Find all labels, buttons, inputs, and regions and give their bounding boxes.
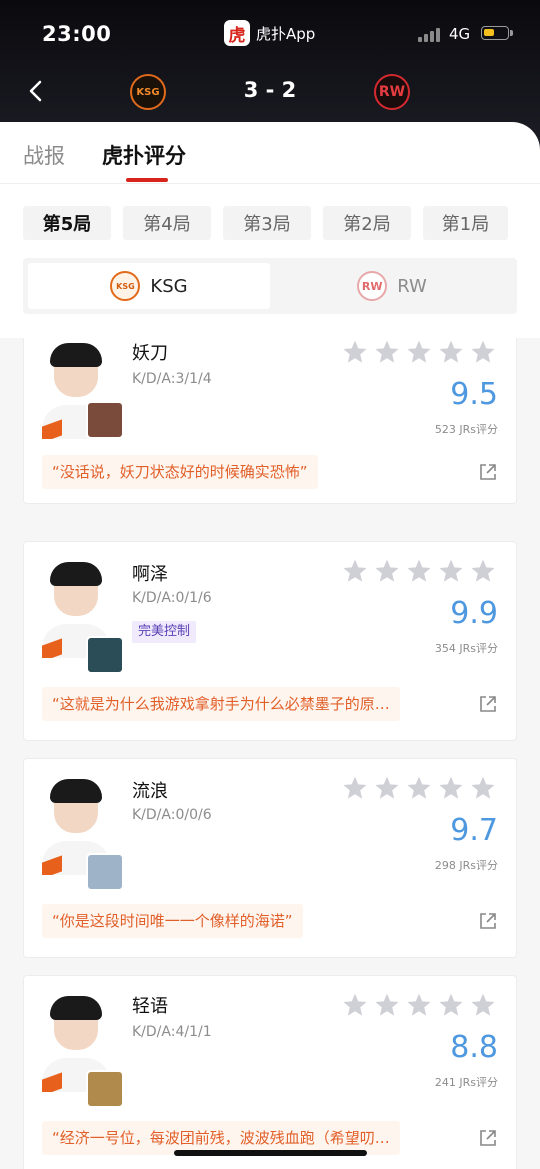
hero-icon bbox=[86, 401, 124, 439]
network-type: 4G bbox=[449, 25, 471, 43]
status-time: 23:00 bbox=[42, 22, 112, 46]
player-kda: K/D/A:3/1/4 bbox=[132, 371, 212, 387]
star-icon[interactable] bbox=[374, 775, 400, 801]
star-icon[interactable] bbox=[470, 339, 496, 365]
star-icon[interactable] bbox=[470, 775, 496, 801]
star-icon[interactable] bbox=[470, 558, 496, 584]
team-left-logo-text: KSG bbox=[136, 86, 160, 98]
player-score: 9.5 bbox=[450, 377, 498, 412]
star-icon[interactable] bbox=[342, 992, 368, 1018]
star-icon[interactable] bbox=[342, 558, 368, 584]
top-comment[interactable]: “这就是为什么我游戏拿射手为什么必禁墨子的原… bbox=[42, 687, 400, 721]
back-icon[interactable] bbox=[22, 76, 52, 106]
top-comment[interactable]: “没话说，妖刀状态好的时候确实恐怖” bbox=[42, 455, 318, 489]
match-score: 3 - 2 bbox=[243, 78, 297, 102]
battery-icon bbox=[481, 26, 513, 40]
player-score: 9.7 bbox=[450, 813, 498, 848]
rw-logo-icon: RW bbox=[357, 271, 388, 301]
nav-row: KSG 3 - 2 RW bbox=[0, 70, 540, 114]
top-comment[interactable]: “你是这段时间唯一一个像样的海诺” bbox=[42, 904, 303, 938]
app-name: 虎扑App bbox=[256, 24, 316, 43]
star-icon[interactable] bbox=[438, 775, 464, 801]
star-icon[interactable] bbox=[406, 775, 432, 801]
signal-icon bbox=[418, 28, 442, 42]
team-option-rw[interactable]: RW RW bbox=[272, 263, 512, 309]
ksg-logo-icon: KSG bbox=[110, 271, 141, 301]
player-card: 轻语 K/D/A:4/1/1 8.8 241 JRs评分 “经济一号位，每波团前… bbox=[23, 975, 517, 1169]
share-icon[interactable] bbox=[478, 1128, 498, 1148]
tab-active-indicator bbox=[126, 178, 168, 182]
content-panel: 战报 虎扑评分 第5局 第4局 第3局 第2局 第1局 KSG KSG RW R… bbox=[0, 122, 540, 1169]
player-list: 妖刀 K/D/A:3/1/4 9.5 523 JRs评分 “没话说，妖刀状态好的… bbox=[0, 338, 540, 1169]
player-kda: K/D/A:0/1/6 bbox=[132, 590, 212, 606]
team-right-logo[interactable]: RW bbox=[374, 74, 410, 110]
star-icon[interactable] bbox=[406, 558, 432, 584]
player-name: 流浪 bbox=[132, 781, 168, 802]
game-tab-2[interactable]: 第2局 bbox=[323, 206, 411, 240]
rating-stars[interactable] bbox=[342, 339, 496, 365]
tab-hupu-rating[interactable]: 虎扑评分 bbox=[102, 140, 186, 170]
game-tab-3[interactable]: 第3局 bbox=[223, 206, 311, 240]
star-icon[interactable] bbox=[342, 339, 368, 365]
player-score: 8.8 bbox=[450, 1030, 498, 1065]
team-option-ksg[interactable]: KSG KSG bbox=[28, 263, 270, 309]
team-option-label: RW bbox=[397, 275, 427, 297]
player-name: 啊泽 bbox=[132, 564, 168, 585]
hero-icon bbox=[86, 853, 124, 891]
tab-bar: 战报 虎扑评分 bbox=[0, 122, 540, 184]
team-selector: KSG KSG RW RW bbox=[23, 258, 517, 314]
star-icon[interactable] bbox=[438, 558, 464, 584]
home-indicator[interactable] bbox=[174, 1150, 367, 1156]
share-icon[interactable] bbox=[478, 911, 498, 931]
hupu-logo-icon: 虎 bbox=[224, 20, 250, 46]
share-icon[interactable] bbox=[478, 462, 498, 482]
rating-stars[interactable] bbox=[342, 775, 496, 801]
star-icon[interactable] bbox=[374, 558, 400, 584]
player-card: 啊泽 K/D/A:0/1/6 完美控制 9.9 354 JRs评分 “这就是为什… bbox=[23, 541, 517, 741]
star-icon[interactable] bbox=[406, 339, 432, 365]
player-score: 9.9 bbox=[450, 596, 498, 631]
team-left-logo[interactable]: KSG bbox=[130, 74, 166, 110]
share-icon[interactable] bbox=[478, 694, 498, 714]
star-icon[interactable] bbox=[374, 339, 400, 365]
team-right-logo-text: RW bbox=[378, 84, 406, 100]
hero-icon bbox=[86, 1070, 124, 1108]
player-kda: K/D/A:0/0/6 bbox=[132, 807, 212, 823]
player-name: 妖刀 bbox=[132, 343, 168, 364]
app-badge[interactable]: 虎 虎扑App bbox=[224, 20, 315, 46]
player-card: 流浪 K/D/A:0/0/6 9.7 298 JRs评分 “你是这段时间唯一一个… bbox=[23, 758, 517, 958]
star-icon[interactable] bbox=[406, 992, 432, 1018]
vote-count: 298 JRs评分 bbox=[434, 859, 498, 872]
star-icon[interactable] bbox=[470, 992, 496, 1018]
vote-count: 241 JRs评分 bbox=[434, 1076, 498, 1089]
vote-count: 354 JRs评分 bbox=[434, 642, 498, 655]
star-icon[interactable] bbox=[374, 992, 400, 1018]
game-selector: 第5局 第4局 第3局 第2局 第1局 bbox=[23, 206, 508, 240]
player-kda: K/D/A:4/1/1 bbox=[132, 1024, 212, 1040]
status-bar: 23:00 虎 虎扑App 4G bbox=[0, 18, 540, 52]
star-icon[interactable] bbox=[342, 775, 368, 801]
player-name: 轻语 bbox=[132, 996, 168, 1017]
star-icon[interactable] bbox=[438, 339, 464, 365]
game-tab-5[interactable]: 第5局 bbox=[23, 206, 111, 240]
hero-icon bbox=[86, 636, 124, 674]
vote-count: 523 JRs评分 bbox=[434, 423, 498, 436]
rating-stars[interactable] bbox=[342, 992, 496, 1018]
tab-report[interactable]: 战报 bbox=[23, 140, 65, 170]
player-card: 妖刀 K/D/A:3/1/4 9.5 523 JRs评分 “没话说，妖刀状态好的… bbox=[23, 338, 517, 504]
game-tab-4[interactable]: 第4局 bbox=[123, 206, 211, 240]
team-option-label: KSG bbox=[150, 275, 188, 297]
game-tab-1[interactable]: 第1局 bbox=[423, 206, 508, 240]
rating-stars[interactable] bbox=[342, 558, 496, 584]
star-icon[interactable] bbox=[438, 992, 464, 1018]
player-tag: 完美控制 bbox=[132, 621, 197, 643]
